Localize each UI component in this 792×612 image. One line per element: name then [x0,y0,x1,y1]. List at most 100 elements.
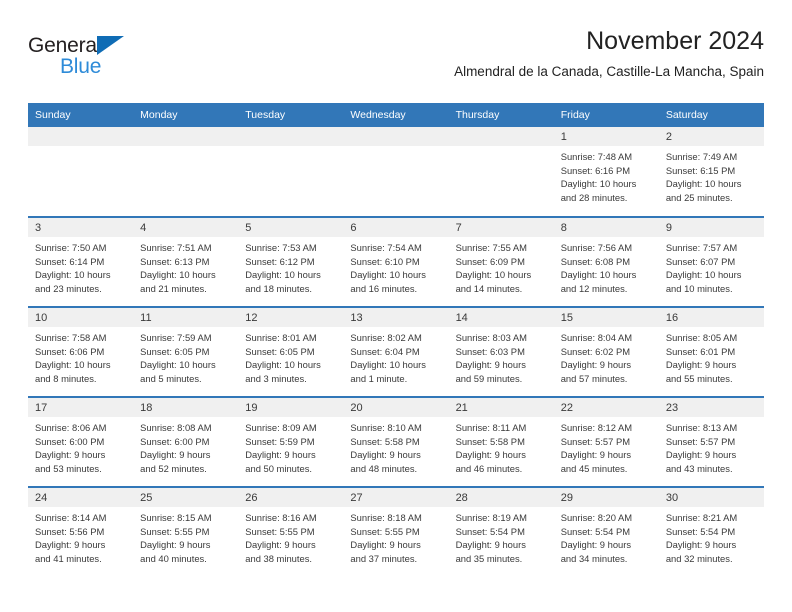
day-detail-line: and 5 minutes. [140,372,202,384]
calendar-day-cell[interactable]: 10 Sunrise: 7:58 AM Sunset: 6:06 PM Dayligh… [28,306,134,397]
day-details: Sunrise: 7:53 AM Sunset: 6:12 PM Daylight:… [238,237,343,295]
calendar-day-cell[interactable]: 15 Sunrise: 8:04 AM Sunset: 6:02 PM Dayligh… [553,306,659,397]
calendar-day-cell[interactable]: 13 Sunrise: 8:02 AM Sunset: 6:04 PM Dayligh… [343,306,449,397]
day-detail-line: Sunrise: 7:49 AM [665,151,738,162]
day-number: 10 [28,308,134,327]
day-detail-line: Sunset: 6:05 PM [245,345,315,357]
day-number: 30 [658,488,764,507]
day-detail-line: Sunset: 5:54 PM [560,525,631,537]
day-detail-line: Sunrise: 7:51 AM [140,242,212,253]
day-detail-line: Sunrise: 7:48 AM [560,151,633,162]
day-detail-line: Sunrise: 8:20 AM [560,512,633,523]
calendar-day-cell[interactable]: 16 Sunrise: 8:05 AM Sunset: 6:01 PM Dayligh… [658,306,764,397]
day-detail-line: and 12 minutes. [560,282,628,294]
calendar-day-cell[interactable]: 2 Sunrise: 7:49 AM Sunset: 6:15 PM Daylight… [658,127,764,217]
logo-text-blue: Blue [60,55,102,78]
general-blue-logo[interactable]: General Blue [28,34,158,82]
calendar-table: Sunday Monday Tuesday Wednesday Thursday Frid… [28,103,764,577]
day-detail-line: Sunrise: 8:19 AM [455,512,527,523]
page-title: November 2024 [586,27,764,55]
title-block: November 2024 Almendral de la Canada, Ca… [454,26,764,82]
day-details: Sunrise: 7:51 AM Sunset: 6:13 PM Daylight:… [133,237,238,295]
calendar-day-cell[interactable]: 14 Sunrise: 8:03 AM Sunset: 6:03 PM Dayligh… [448,306,554,397]
day-detail-line: Sunset: 6:08 PM [560,255,631,267]
day-number: 20 [343,398,449,417]
day-detail-line: Sunrise: 7:53 AM [245,242,317,253]
calendar-day-cell[interactable]: 29 Sunrise: 8:20 AM Sunset: 5:54 PM Dayligh… [553,486,659,577]
day-details: Sunrise: 7:50 AM Sunset: 6:14 PM Daylight:… [28,237,133,295]
day-detail-line: Sunrise: 8:06 AM [35,422,107,433]
day-details: Sunrise: 7:56 AM Sunset: 6:08 PM Daylight:… [554,237,659,295]
calendar-day-cell[interactable]: 18 Sunrise: 8:08 AM Sunset: 6:00 PM Dayligh… [133,396,239,487]
day-detail-line: and 16 minutes. [350,282,418,294]
day-detail-line: and 14 minutes. [455,282,523,294]
calendar-day-cell[interactable]: 25 Sunrise: 8:15 AM Sunset: 5:55 PM Dayligh… [133,486,239,577]
calendar-day-cell[interactable]: 22 Sunrise: 8:12 AM Sunset: 5:57 PM Dayligh… [553,396,659,487]
day-detail-line: Daylight: 10 hours [245,359,321,371]
day-detail-line: Sunset: 6:00 PM [140,435,210,447]
day-details: Sunrise: 8:10 AM Sunset: 5:58 PM Daylight:… [343,417,448,475]
day-details: Sunrise: 7:59 AM Sunset: 6:05 PM Daylight:… [133,327,238,385]
day-number: 6 [343,218,449,237]
calendar-day-cell[interactable]: 12 Sunrise: 8:01 AM Sunset: 6:05 PM Dayligh… [238,306,344,397]
day-detail-line: and 46 minutes. [455,462,523,474]
calendar-day-cell[interactable]: 26 Sunrise: 8:16 AM Sunset: 5:55 PM Dayligh… [238,486,344,577]
calendar-day-cell[interactable]: 27 Sunrise: 8:18 AM Sunset: 5:55 PM Dayligh… [343,486,449,577]
day-number: 8 [553,218,659,237]
day-detail-line: and 45 minutes. [560,462,628,474]
calendar-day-cell-empty [238,127,344,217]
calendar-day-cell[interactable]: 3 Sunrise: 7:50 AM Sunset: 6:14 PM Daylight… [28,216,134,307]
calendar-day-cell[interactable]: 11 Sunrise: 7:59 AM Sunset: 6:05 PM Dayligh… [133,306,239,397]
day-details: Sunrise: 8:15 AM Sunset: 5:55 PM Daylight:… [133,507,238,565]
calendar-day-cell[interactable]: 28 Sunrise: 8:19 AM Sunset: 5:54 PM Dayligh… [448,486,554,577]
day-number: 12 [238,308,344,327]
day-detail-line: Sunrise: 8:08 AM [140,422,212,433]
day-detail-line: and 38 minutes. [245,552,312,564]
calendar-day-cell[interactable]: 21 Sunrise: 8:11 AM Sunset: 5:58 PM Dayligh… [448,396,554,487]
day-detail-line: Daylight: 9 hours [35,539,106,551]
day-detail-line: Sunset: 6:14 PM [35,255,105,267]
day-details: Sunrise: 8:11 AM Sunset: 5:58 PM Daylight:… [449,417,554,475]
day-detail-line: Sunrise: 8:11 AM [455,422,527,433]
calendar-day-cell[interactable]: 9 Sunrise: 7:57 AM Sunset: 6:07 PM Daylight… [658,216,764,307]
day-number: 22 [553,398,659,417]
day-details: Sunrise: 7:55 AM Sunset: 6:09 PM Daylight:… [449,237,554,295]
day-details: Sunrise: 7:58 AM Sunset: 6:06 PM Daylight:… [28,327,133,385]
day-detail-line: and 59 minutes. [455,372,523,384]
day-detail-line: Daylight: 9 hours [455,359,526,371]
day-detail-line: Sunset: 5:55 PM [245,525,315,537]
day-detail-line: and 34 minutes. [560,552,628,564]
day-detail-line: Daylight: 10 hours [665,269,742,281]
calendar-day-cell[interactable]: 24 Sunrise: 8:14 AM Sunset: 5:56 PM Dayligh… [28,486,134,577]
day-detail-line: and 52 minutes. [140,462,207,474]
calendar-day-cell[interactable]: 8 Sunrise: 7:56 AM Sunset: 6:08 PM Daylight… [553,216,659,307]
day-detail-line: and 23 minutes. [35,282,102,294]
calendar-day-cell[interactable]: 5 Sunrise: 7:53 AM Sunset: 6:12 PM Daylight… [238,216,344,307]
day-detail-line: and 53 minutes. [35,462,102,474]
day-number: 9 [658,218,764,237]
day-detail-line: Sunset: 5:57 PM [665,435,736,447]
calendar-body: 1 Sunrise: 7:48 AM Sunset: 6:16 PM Daylight… [28,127,764,577]
calendar-day-cell[interactable]: 7 Sunrise: 7:55 AM Sunset: 6:09 PM Daylight… [448,216,554,307]
weekday-header-monday: Monday [133,103,239,127]
calendar-day-cell[interactable]: 30 Sunrise: 8:21 AM Sunset: 5:54 PM Dayligh… [658,486,764,577]
day-details: Sunrise: 8:12 AM Sunset: 5:57 PM Daylight:… [554,417,659,475]
day-number: 17 [28,398,134,417]
day-detail-line: Daylight: 9 hours [350,449,421,461]
day-number: 26 [238,488,344,507]
day-details: Sunrise: 8:19 AM Sunset: 5:54 PM Daylight:… [449,507,554,565]
calendar-day-cell[interactable]: 23 Sunrise: 8:13 AM Sunset: 5:57 PM Dayligh… [658,396,764,487]
calendar-day-cell[interactable]: 1 Sunrise: 7:48 AM Sunset: 6:16 PM Daylight… [553,127,659,217]
calendar-day-cell[interactable]: 20 Sunrise: 8:10 AM Sunset: 5:58 PM Dayligh… [343,396,449,487]
calendar-day-cell[interactable]: 17 Sunrise: 8:06 AM Sunset: 6:00 PM Dayligh… [28,396,134,487]
weekday-header-wednesday: Wednesday [343,103,449,127]
calendar-day-cell[interactable]: 19 Sunrise: 8:09 AM Sunset: 5:59 PM Dayligh… [238,396,344,487]
day-detail-line: Sunrise: 8:04 AM [560,332,633,343]
calendar-day-cell[interactable]: 4 Sunrise: 7:51 AM Sunset: 6:13 PM Daylight… [133,216,239,307]
day-detail-line: Daylight: 10 hours [35,269,111,281]
calendar-day-cell[interactable]: 6 Sunrise: 7:54 AM Sunset: 6:10 PM Daylight… [343,216,449,307]
day-details: Sunrise: 8:16 AM Sunset: 5:55 PM Daylight:… [238,507,343,565]
day-detail-line: and 43 minutes. [665,462,733,474]
day-detail-line: Daylight: 9 hours [560,539,632,551]
day-details: Sunrise: 8:08 AM Sunset: 6:00 PM Daylight:… [133,417,238,475]
